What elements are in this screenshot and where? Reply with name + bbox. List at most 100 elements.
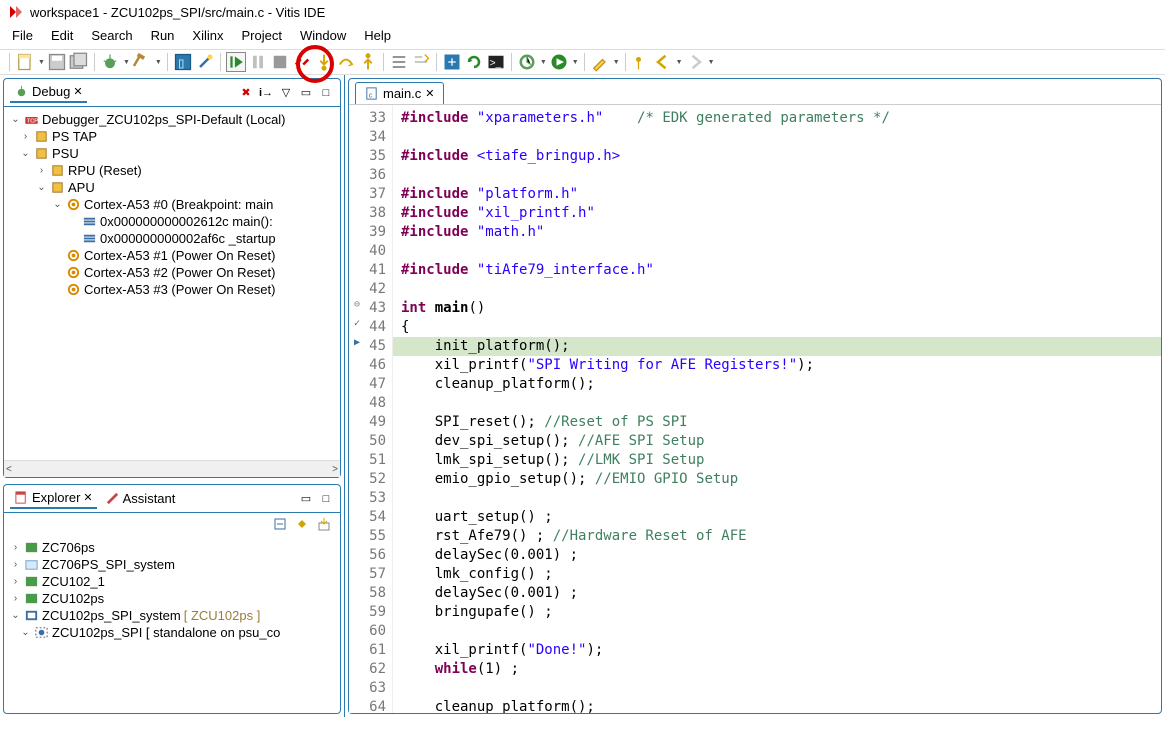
core1-label: Cortex-A53 #1 (Power On Reset) <box>84 248 275 263</box>
expand-icon[interactable]: ⌄ <box>10 610 21 621</box>
hammer-icon[interactable] <box>132 52 152 72</box>
remove-terminated-icon[interactable]: ✖ <box>238 85 254 101</box>
core3-node[interactable]: Cortex-A53 #3 (Power On Reset) <box>6 281 338 298</box>
scroll-right-icon[interactable]: > <box>332 464 338 475</box>
collapse-icon[interactable]: › <box>10 542 21 553</box>
resume-icon[interactable] <box>226 52 246 72</box>
project-zcu102-1[interactable]: › ZCU102_1 <box>6 573 338 590</box>
step-return-icon[interactable] <box>358 52 378 72</box>
new-icon[interactable] <box>15 52 35 72</box>
project-zcu102ps-spi-system[interactable]: ⌄ ZCU102ps_SPI_system [ ZCU102ps ] <box>6 607 338 624</box>
import-icon[interactable] <box>316 516 332 532</box>
ps-tap-node[interactable]: › PS TAP <box>6 128 338 145</box>
minimize-icon[interactable]: ▭ <box>298 85 314 101</box>
close-icon[interactable]: ✕ <box>83 491 92 504</box>
menu-search[interactable]: Search <box>91 28 132 43</box>
expand-icon[interactable]: ⌄ <box>10 114 21 125</box>
minimize-icon[interactable]: ▭ <box>298 491 314 507</box>
menu-project[interactable]: Project <box>242 28 282 43</box>
marker-gutter[interactable]: ⊖✓▶ <box>349 105 365 713</box>
run-icon[interactable] <box>549 52 569 72</box>
maximize-icon[interactable]: □ <box>318 491 334 507</box>
back-dropdown-icon[interactable]: ▼ <box>676 59 683 66</box>
expand-icon[interactable]: ⌄ <box>36 182 47 193</box>
code-editor[interactable]: #include "xparameters.h" /* EDK generate… <box>393 105 1161 713</box>
menu-window[interactable]: Window <box>300 28 346 43</box>
forward-icon[interactable] <box>685 52 705 72</box>
xsct-icon[interactable]: ▯ <box>173 52 193 72</box>
step-into-icon[interactable] <box>314 52 334 72</box>
console-icon[interactable]: >_ <box>486 52 506 72</box>
core2-node[interactable]: Cortex-A53 #2 (Power On Reset) <box>6 264 338 281</box>
frame1-label: 0x000000000002af6c _startup <box>100 231 276 246</box>
apu-node[interactable]: ⌄ APU <box>6 179 338 196</box>
highlight-dropdown-icon[interactable]: ▼ <box>613 59 620 66</box>
debug-tab[interactable]: Debug ✕ <box>10 82 87 103</box>
frame0-node[interactable]: 0x000000000002612c main(): <box>6 213 338 230</box>
save-icon[interactable] <box>47 52 67 72</box>
menu-run[interactable]: Run <box>151 28 175 43</box>
collapse-icon[interactable]: › <box>20 131 31 142</box>
explorer-tab[interactable]: Explorer ✕ <box>10 488 97 509</box>
menu-help[interactable]: Help <box>364 28 391 43</box>
project-zc706ps-spi-system[interactable]: › ZC706PS_SPI_system <box>6 556 338 573</box>
menu-bar: File Edit Search Run Xilinx Project Wind… <box>0 24 1165 49</box>
stop-icon[interactable] <box>270 52 290 72</box>
expand-icon[interactable]: ⌄ <box>20 148 31 159</box>
profile-icon[interactable] <box>517 52 537 72</box>
view-menu-icon[interactable]: ▽ <box>278 85 294 101</box>
collapse-icon[interactable]: › <box>10 593 21 604</box>
align-icon[interactable] <box>389 52 409 72</box>
core0-node[interactable]: ⌄ Cortex-A53 #0 (Breakpoint: main <box>6 196 338 213</box>
collapse-icon[interactable]: › <box>10 559 21 570</box>
pause-icon[interactable] <box>248 52 268 72</box>
scroll-left-icon[interactable]: < <box>6 464 12 475</box>
project-zcu102ps[interactable]: › ZCU102ps <box>6 590 338 607</box>
debug-dropdown-icon[interactable]: ▼ <box>123 59 130 66</box>
frame1-node[interactable]: 0x000000000002af6c _startup <box>6 230 338 247</box>
highlight-icon[interactable] <box>590 52 610 72</box>
instr-step-icon[interactable] <box>411 52 431 72</box>
menu-edit[interactable]: Edit <box>51 28 73 43</box>
expand-icon[interactable]: ⌄ <box>20 627 31 638</box>
debug-root[interactable]: ⌄ TCP Debugger_ZCU102ps_SPI-Default (Loc… <box>6 111 338 128</box>
disconnect-icon[interactable] <box>292 52 312 72</box>
editor-tab-main-c[interactable]: c main.c ✕ <box>355 82 444 104</box>
target-connect-icon[interactable] <box>442 52 462 72</box>
menu-file[interactable]: File <box>12 28 33 43</box>
save-all-icon[interactable] <box>69 52 89 72</box>
horizontal-scrollbar[interactable]: < > <box>4 460 340 477</box>
collapse-all-icon[interactable] <box>272 516 288 532</box>
back-icon[interactable] <box>653 52 673 72</box>
run-dropdown-icon[interactable]: ▼ <box>572 59 579 66</box>
close-icon[interactable]: ✕ <box>73 85 82 98</box>
refresh-icon[interactable] <box>464 52 484 72</box>
link-editor-icon[interactable] <box>294 516 310 532</box>
chip-icon <box>34 129 49 144</box>
collapse-icon[interactable]: › <box>10 576 21 587</box>
psu-node[interactable]: ⌄ PSU <box>6 145 338 162</box>
build-dropdown-icon[interactable]: ▼ <box>155 59 162 66</box>
core0-label: Cortex-A53 #0 (Breakpoint: main <box>84 197 273 212</box>
line-number-ruler[interactable]: 3334353637383940414243444546474849505152… <box>365 105 393 713</box>
maximize-icon[interactable]: □ <box>318 85 334 101</box>
assistant-tab[interactable]: Assistant <box>101 489 180 508</box>
project-zcu102ps-spi[interactable]: ⌄ ZCU102ps_SPI [ standalone on psu_co <box>6 624 338 641</box>
project-zc706ps[interactable]: › ZC706ps <box>6 539 338 556</box>
profile-dropdown-icon[interactable]: ▼ <box>540 59 547 66</box>
stack-frame-icon <box>82 214 97 229</box>
collapse-icon[interactable]: › <box>36 165 47 176</box>
forward-dropdown-icon[interactable]: ▼ <box>708 59 715 66</box>
expand-icon[interactable]: ⌄ <box>52 199 63 210</box>
magic-wand-icon[interactable] <box>195 52 215 72</box>
info-icon[interactable]: i→ <box>258 85 274 101</box>
project-icon <box>24 574 39 589</box>
menu-xilinx[interactable]: Xilinx <box>192 28 223 43</box>
pin-icon[interactable] <box>631 52 651 72</box>
rpu-node[interactable]: › RPU (Reset) <box>6 162 338 179</box>
core1-node[interactable]: Cortex-A53 #1 (Power On Reset) <box>6 247 338 264</box>
close-icon[interactable]: ✕ <box>425 87 434 100</box>
step-over-icon[interactable] <box>336 52 356 72</box>
bug-icon[interactable] <box>100 52 120 72</box>
new-dropdown-icon[interactable]: ▼ <box>38 59 45 66</box>
